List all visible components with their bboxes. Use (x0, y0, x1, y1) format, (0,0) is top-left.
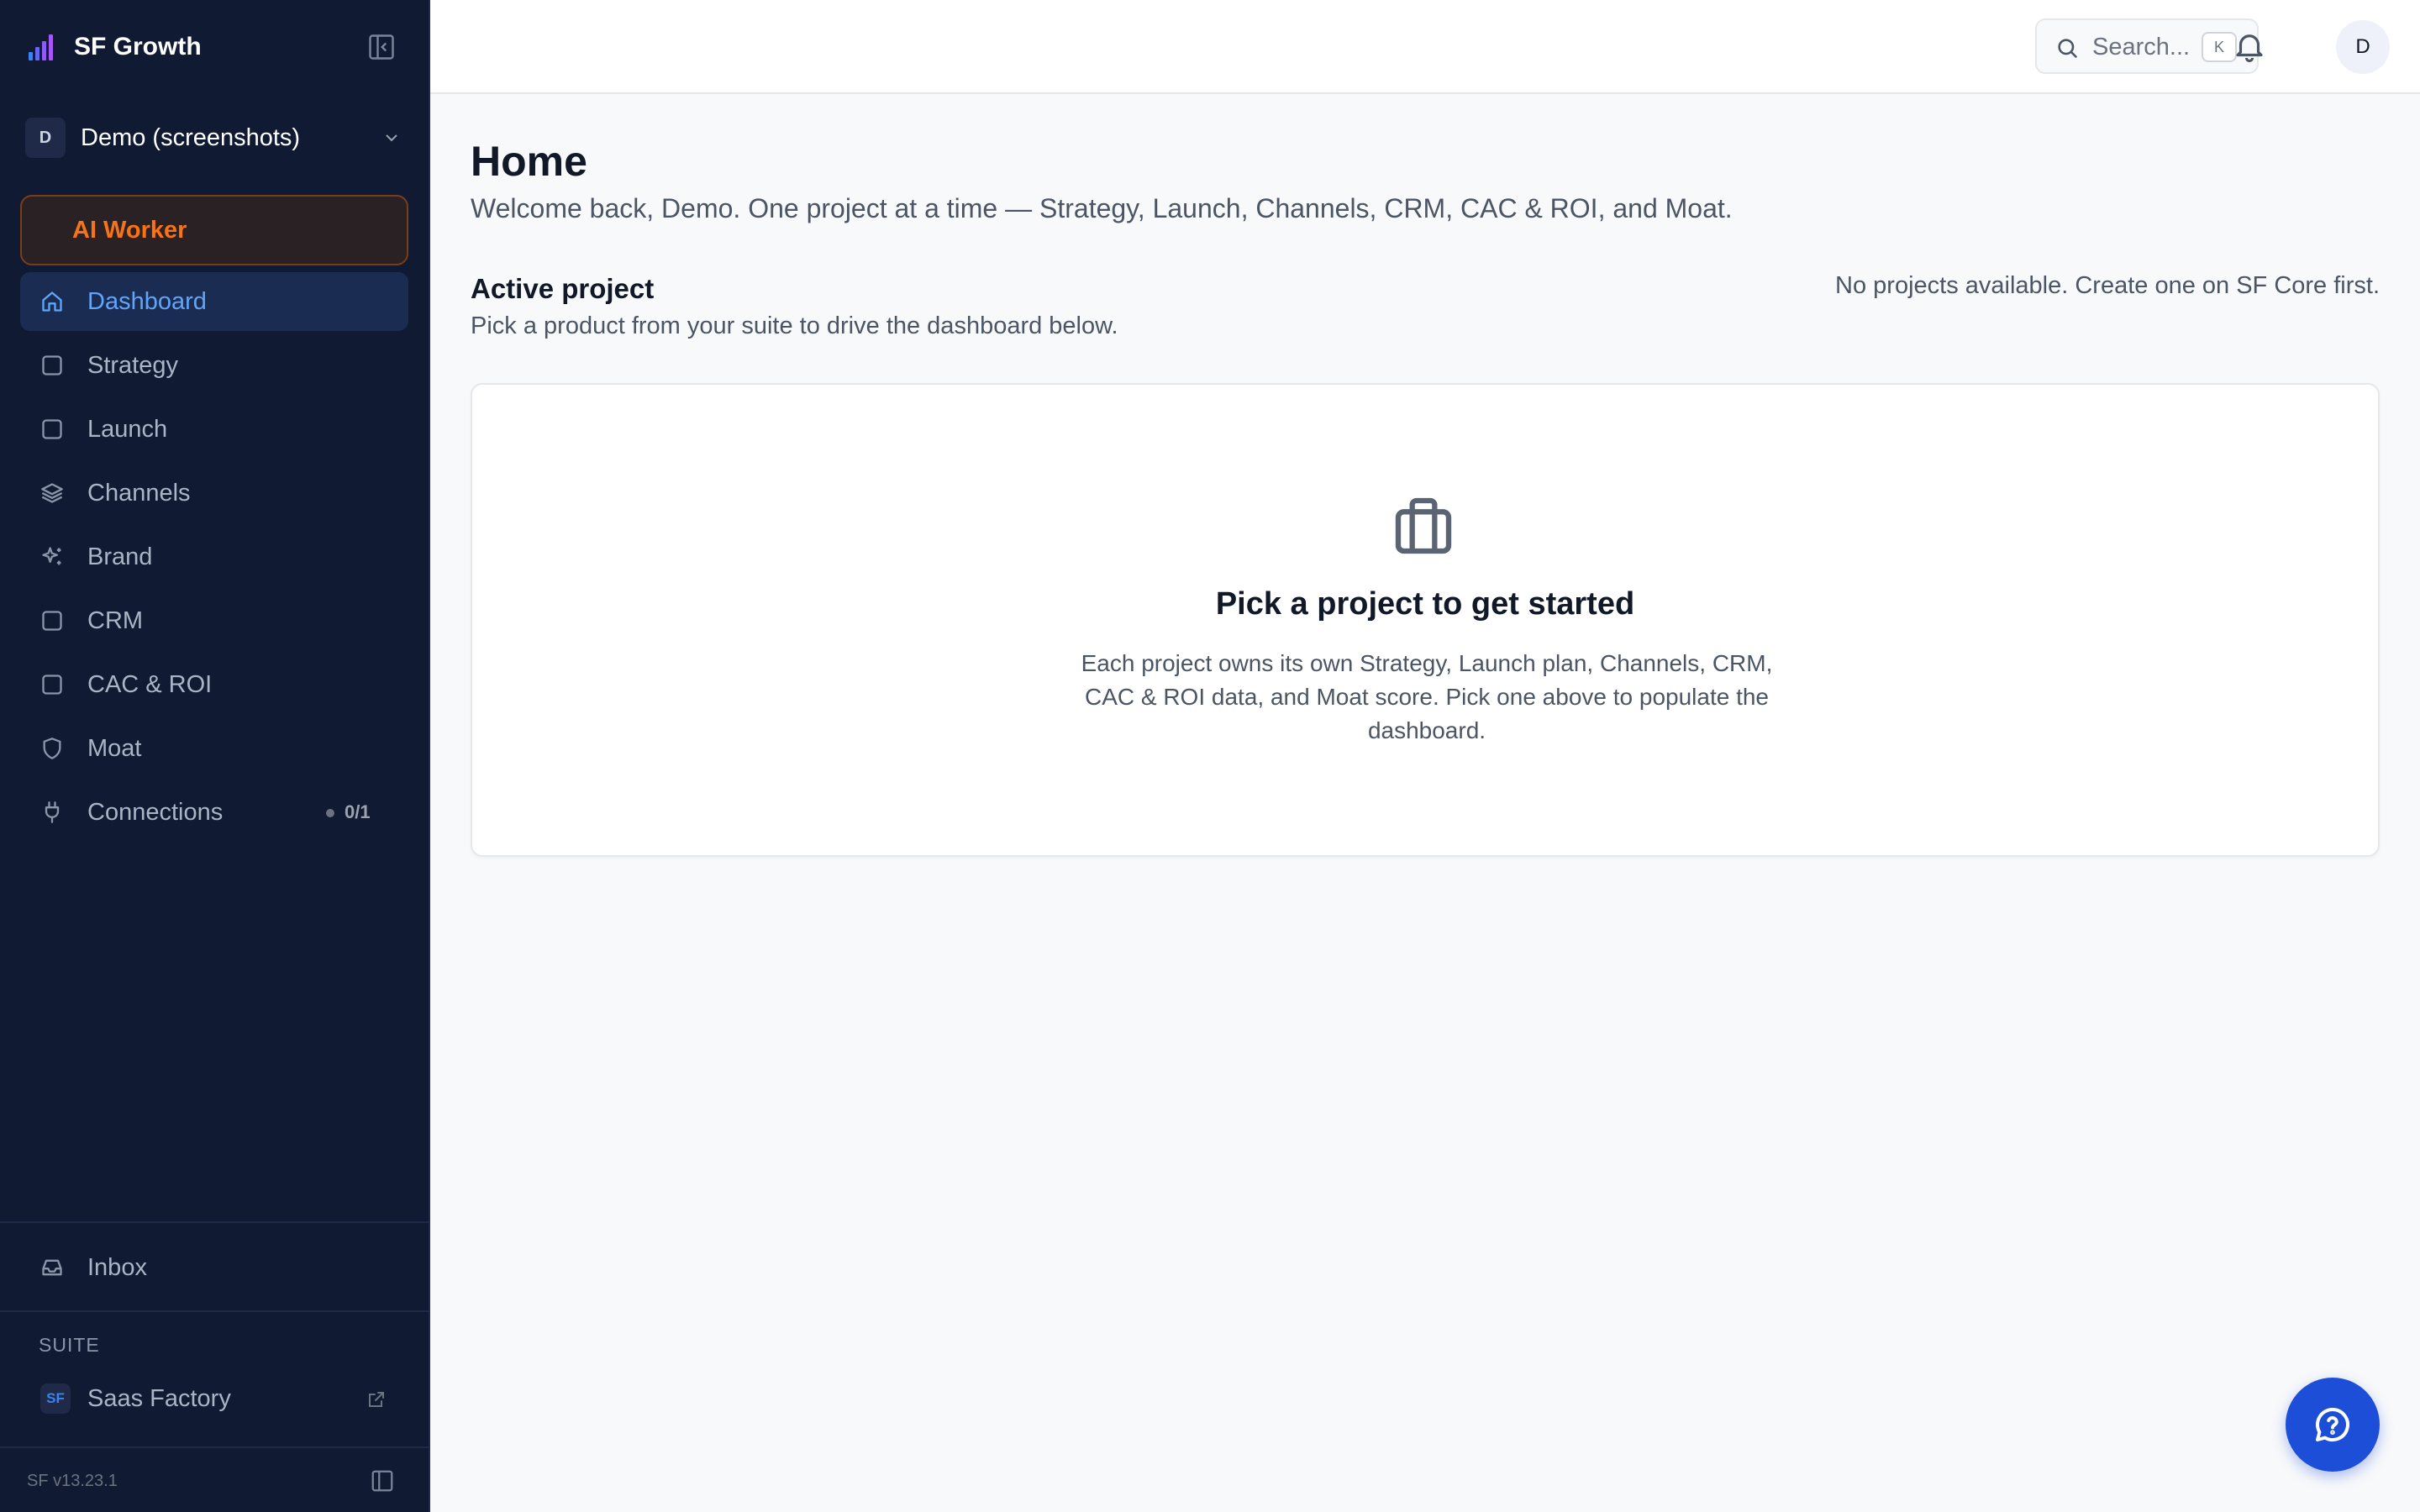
sidebar-item-inbox[interactable]: Inbox (20, 1238, 408, 1297)
user-avatar[interactable]: D (2336, 20, 2390, 74)
collapse-sidebar-icon[interactable] (366, 32, 397, 62)
status-dot (326, 809, 334, 817)
sidebar-item-strategy[interactable]: Strategy (20, 336, 408, 395)
sidebar-item-label: CAC & ROI (87, 671, 213, 698)
empty-state-title: Pick a project to get started (1215, 586, 1635, 622)
app-name: SF Growth (74, 33, 202, 60)
help-chat-icon (2316, 1408, 2349, 1441)
sidebar-item-label: Connections (87, 799, 224, 826)
org-avatar: D (25, 118, 66, 158)
org-name: Demo (screenshots) (81, 124, 301, 151)
sidebar-item-crm[interactable]: CRM (20, 591, 408, 650)
empty-state-card: Pick a project to get started Each proje… (471, 383, 2380, 857)
square-icon (42, 611, 62, 631)
sidebar-item-label: Strategy (87, 352, 178, 379)
sidebar-item-label: Dashboard (87, 288, 207, 315)
topbar: Search... K D (430, 0, 2420, 94)
sidebar: SF Growth D Demo (screenshots) AI Worker… (0, 0, 430, 1512)
suite-item-label: Saas Factory (87, 1385, 231, 1412)
page-subtitle: Welcome back, Demo. One project at a tim… (471, 193, 1733, 223)
empty-state-body: Each project owns its own Strategy, Laun… (1081, 650, 1773, 743)
ai-worker-button[interactable]: AI Worker (20, 195, 408, 265)
sidebar-item-connections[interactable]: Connections 0/1 (20, 783, 408, 842)
no-projects-message: No projects available. Create one on SF … (1835, 272, 2380, 299)
chevron-down-icon (386, 134, 397, 142)
sidebar-item-launch[interactable]: Launch (20, 400, 408, 459)
saas-factory-logo: SF (40, 1383, 71, 1414)
ai-worker-label: AI Worker (72, 217, 187, 244)
layers-icon (41, 483, 63, 503)
sidebar-item-cac-roi[interactable]: CAC & ROI (20, 655, 408, 714)
search-input[interactable]: Search... K (2035, 18, 2259, 74)
help-chat-button[interactable] (2286, 1378, 2380, 1472)
square-icon (42, 355, 62, 375)
connections-count-badge: 0/1 (345, 801, 371, 822)
sidebar-item-label: CRM (87, 607, 144, 634)
plug-icon (45, 801, 60, 823)
briefcase-icon (1395, 497, 1452, 554)
sidebar-item-label: Brand (87, 543, 153, 570)
bell-icon[interactable] (2232, 29, 2267, 64)
sparkles-icon (42, 547, 61, 565)
square-icon (42, 419, 62, 439)
org-switcher[interactable]: D Demo (screenshots) (25, 116, 403, 160)
toggle-panel-icon[interactable] (370, 1468, 395, 1494)
home-icon (42, 291, 62, 312)
shield-icon (43, 738, 61, 759)
bar-chart-logo-icon (29, 34, 53, 60)
sidebar-divider (0, 1446, 429, 1448)
sidebar-item-dashboard[interactable]: Dashboard (20, 272, 408, 331)
inbox-icon (42, 1259, 62, 1276)
sidebar-item-channels[interactable]: Channels (20, 464, 408, 522)
active-project-title: Active project (471, 273, 655, 304)
sidebar-item-label: Inbox (87, 1254, 147, 1281)
active-project-description: Pick a product from your suite to drive … (471, 312, 1118, 339)
brand-header: SF Growth (0, 0, 429, 94)
page-title: Home (471, 138, 587, 185)
search-placeholder: Search... (2092, 34, 2191, 60)
sidebar-item-label: Moat (87, 735, 142, 762)
square-icon (42, 675, 62, 695)
sidebar-divider (0, 1221, 429, 1223)
sidebar-item-label: Launch (87, 416, 168, 443)
sidebar-item-moat[interactable]: Moat (20, 719, 408, 778)
sidebar-item-brand[interactable]: Brand (20, 528, 408, 586)
sidebar-divider (0, 1310, 429, 1312)
suite-item-saas-factory[interactable]: SF Saas Factory (20, 1369, 408, 1428)
app-version: SF v13.23.1 (27, 1472, 118, 1490)
sidebar-item-label: Channels (87, 480, 191, 507)
search-icon (2058, 39, 2077, 58)
suite-section-label: SUITE (39, 1334, 100, 1356)
external-link-icon (369, 1392, 384, 1407)
